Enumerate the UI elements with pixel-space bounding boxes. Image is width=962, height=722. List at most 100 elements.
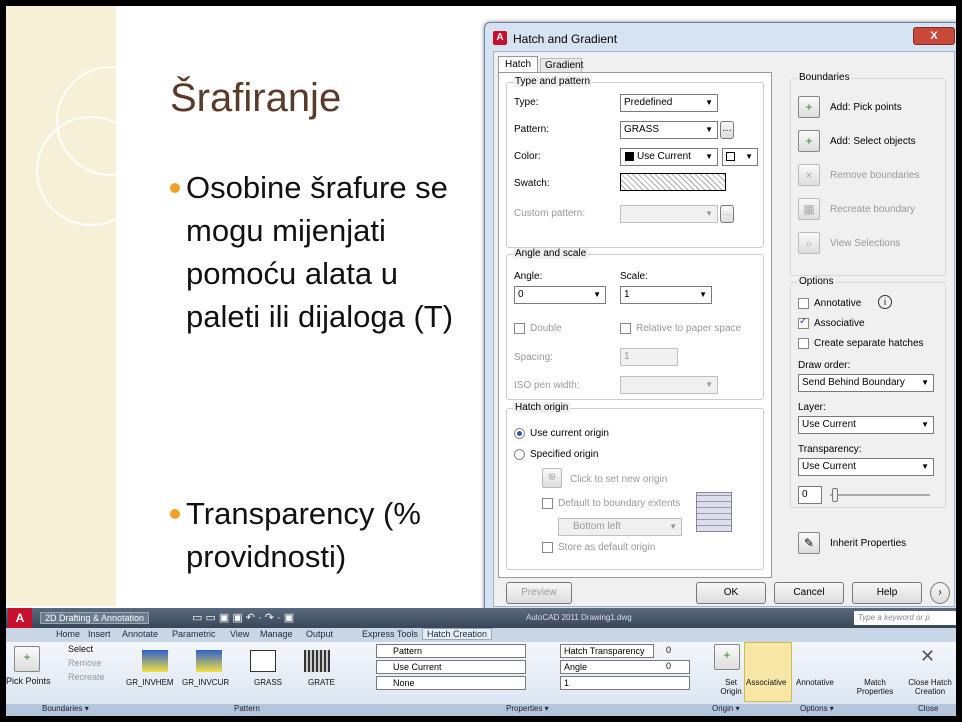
ok-button[interactable]: OK	[696, 582, 766, 604]
pattern-label[interactable]: GR_INVHEM	[126, 678, 174, 687]
pattern-browse-button[interactable]: …	[720, 121, 734, 139]
store-default-checkbox[interactable]	[542, 542, 553, 553]
default-boundary-label: Default to boundary extents	[558, 498, 681, 509]
workspace-select[interactable]: 2D Drafting & Annotation	[40, 612, 150, 624]
boundary-position-select[interactable]: Bottom left ▼	[558, 518, 682, 536]
remove-button[interactable]: Remove	[68, 658, 102, 668]
swatch-label: Swatch:	[514, 178, 550, 189]
layer-select[interactable]: Use Current ▼	[798, 416, 934, 434]
quick-access-icons[interactable]: ▭ ▭ ▣ ▣ ↶ · ↷ · ▣	[192, 611, 294, 624]
close-hatch-label[interactable]: Close Hatch Creation	[904, 678, 956, 696]
iso-pen-label: ISO pen width:	[514, 380, 580, 391]
tab-express-tools[interactable]: Express Tools	[362, 629, 418, 639]
relative-checkbox[interactable]	[620, 323, 631, 334]
default-boundary-checkbox[interactable]	[542, 498, 553, 509]
match-properties-label[interactable]: Match Properties	[850, 678, 900, 696]
set-origin-icon[interactable]: ⊕	[542, 468, 562, 488]
pattern-grass-icon[interactable]	[250, 650, 276, 672]
scale-input[interactable]: 1	[560, 676, 690, 690]
bullet-text: Transparency (% providnosti)	[186, 496, 421, 574]
prop-color-select[interactable]: Use Current	[376, 660, 526, 674]
select-button[interactable]: Select	[68, 644, 93, 654]
annotative-checkbox[interactable]	[798, 298, 809, 309]
panel-label[interactable]: Properties ▾	[506, 704, 549, 713]
pattern-select[interactable]: GRASS ▼	[620, 121, 718, 139]
prop-pattern-select[interactable]: Pattern	[376, 644, 526, 658]
tab-parametric[interactable]: Parametric	[172, 629, 216, 639]
close-icon[interactable]: ✕	[920, 646, 935, 667]
view-selections-button[interactable]: ⌕	[798, 232, 820, 254]
remove-boundaries-label: Remove boundaries	[830, 170, 920, 181]
transparency-number[interactable]: 0	[798, 486, 822, 504]
recreate-button[interactable]: Recreate	[68, 672, 105, 682]
specified-origin-radio[interactable]	[514, 449, 525, 460]
associative-checkbox[interactable]	[798, 316, 809, 329]
add-pick-points-button[interactable]: +	[798, 96, 820, 118]
slide: Šrafiranje Osobine šrafure se mogu mijen…	[0, 0, 962, 722]
pick-points-icon[interactable]: +	[14, 646, 40, 672]
scale-select[interactable]: 1 ▼	[620, 286, 712, 304]
preview-button[interactable]: Preview	[506, 582, 572, 604]
hatch-transparency-select[interactable]: Hatch Transparency	[560, 644, 654, 658]
add-select-objects-button[interactable]: +	[798, 130, 820, 152]
annotative-label[interactable]: Annotative	[796, 678, 834, 687]
associative-label[interactable]: Associative	[746, 678, 786, 687]
pattern-swatch[interactable]	[620, 173, 726, 191]
tab-insert[interactable]: Insert	[88, 629, 111, 639]
panel-label[interactable]: Boundaries ▾	[42, 704, 89, 713]
pattern-gr-invhem-icon[interactable]	[142, 650, 168, 672]
set-origin-label[interactable]: Set Origin	[716, 678, 746, 696]
create-separate-checkbox[interactable]	[798, 338, 809, 349]
dialog-title: Hatch and Gradient	[513, 32, 618, 46]
pattern-label[interactable]: GR_INVCUR	[182, 678, 229, 687]
transparency-select[interactable]: Use Current ▼	[798, 458, 934, 476]
angle-value: 0	[518, 289, 524, 300]
pattern-label[interactable]: GRASS	[254, 678, 282, 687]
color-select[interactable]: Use Current ▼	[620, 148, 718, 166]
tab-hatch[interactable]: Hatch	[498, 56, 538, 72]
app-menu-button[interactable]: A	[8, 608, 32, 628]
double-label: Double	[530, 323, 562, 334]
tab-output[interactable]: Output	[306, 629, 333, 639]
set-origin-icon[interactable]: +	[714, 644, 740, 670]
transparency-value: Use Current	[802, 461, 856, 472]
tab-hatch-creation[interactable]: Hatch Creation	[422, 628, 493, 640]
tab-manage[interactable]: Manage	[260, 629, 293, 639]
tab-home[interactable]: Home	[56, 629, 80, 639]
recreate-boundary-button[interactable]: ▦	[798, 198, 820, 220]
tab-gradient[interactable]: Gradient	[540, 58, 583, 72]
search-input[interactable]: Type a keyword or p	[854, 611, 956, 625]
use-current-origin-radio[interactable]	[514, 428, 525, 439]
pattern-label[interactable]: GRATE	[308, 678, 335, 687]
pick-points-label[interactable]: Pick Points	[6, 676, 51, 686]
color-swatch-icon	[625, 152, 634, 161]
angle-select[interactable]: 0 ▼	[514, 286, 606, 304]
remove-boundaries-button[interactable]: ×	[798, 164, 820, 186]
pattern-gr-invcur-icon[interactable]	[196, 650, 222, 672]
pattern-grate-icon[interactable]	[304, 650, 330, 672]
quick-access-bar: A 2D Drafting & Annotation ▭ ▭ ▣ ▣ ↶ · ↷…	[6, 608, 956, 628]
help-button[interactable]: Help	[852, 582, 922, 604]
transparency-slider-thumb[interactable]	[832, 488, 838, 502]
panel-label[interactable]: Options ▾	[800, 704, 834, 713]
cancel-button[interactable]: Cancel	[774, 582, 844, 604]
info-icon[interactable]: i	[878, 295, 892, 309]
tab-annotate[interactable]: Annotate	[122, 629, 158, 639]
custom-pattern-select[interactable]: ▼	[620, 205, 718, 223]
type-select[interactable]: Predefined ▼	[620, 94, 718, 112]
chevron-down-icon: ▼	[921, 378, 929, 387]
double-checkbox[interactable]	[514, 323, 525, 334]
panel-label[interactable]: Origin ▾	[712, 704, 740, 713]
prop-background-select[interactable]: None	[376, 676, 526, 690]
more-options-button[interactable]: ›	[930, 582, 950, 604]
background-color-select[interactable]: ▼	[722, 148, 758, 166]
close-button[interactable]: X	[913, 27, 955, 45]
inherit-properties-button[interactable]: ✎	[798, 532, 820, 554]
associative-toggle[interactable]	[744, 642, 792, 702]
custom-pattern-browse-button[interactable]: …	[720, 205, 734, 223]
draw-order-select[interactable]: Send Behind Boundary ▼	[798, 374, 934, 392]
transparency-slider-track[interactable]	[830, 494, 930, 496]
spacing-input[interactable]: 1	[620, 348, 678, 366]
iso-pen-select[interactable]: ▼	[620, 376, 718, 394]
tab-view[interactable]: View	[230, 629, 249, 639]
